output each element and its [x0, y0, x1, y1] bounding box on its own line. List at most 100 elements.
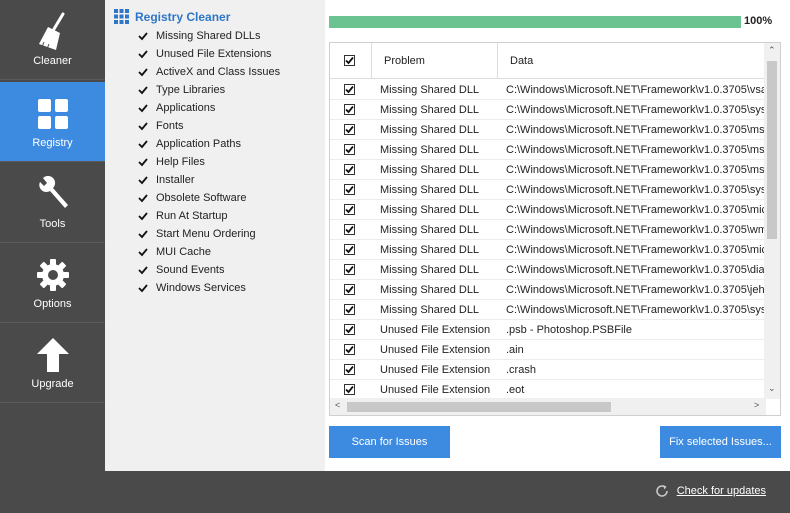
scroll-down-icon[interactable]: ⌄: [768, 383, 776, 394]
option-item[interactable]: Application Paths: [137, 135, 280, 153]
refresh-icon: [655, 485, 668, 497]
table-row[interactable]: Missing Shared DLL C:\Windows\Microsoft.N…: [330, 80, 766, 100]
option-checkbox[interactable]: [137, 156, 149, 168]
option-checkbox[interactable]: [137, 66, 149, 78]
table-row[interactable]: Unused File Extension .eot: [330, 380, 766, 400]
scroll-right-icon[interactable]: >: [754, 400, 759, 410]
row-checkbox[interactable]: [344, 204, 355, 215]
row-data: C:\Windows\Microsoft.NET\Framework\v1.0.…: [506, 84, 766, 96]
option-checkbox[interactable]: [137, 84, 149, 96]
option-item[interactable]: Obsolete Software: [137, 189, 280, 207]
nav-registry-label: Registry: [32, 137, 73, 149]
nav-cleaner[interactable]: Cleaner: [0, 0, 105, 80]
option-item[interactable]: ActiveX and Class Issues: [137, 63, 280, 81]
option-item[interactable]: Applications: [137, 99, 280, 117]
option-item[interactable]: Fonts: [137, 117, 280, 135]
table-row[interactable]: Unused File Extension .crash: [330, 360, 766, 380]
option-item[interactable]: Start Menu Ordering: [137, 225, 280, 243]
row-data: C:\Windows\Microsoft.NET\Framework\v1.0.…: [506, 144, 765, 156]
row-checkbox[interactable]: [344, 384, 355, 395]
row-checkbox[interactable]: [344, 364, 355, 375]
row-checkbox[interactable]: [344, 284, 355, 295]
table-row[interactable]: Unused File Extension .ain: [330, 340, 766, 360]
option-item[interactable]: Help Files: [137, 153, 280, 171]
panel-title: Registry Cleaner: [114, 9, 230, 24]
option-checkbox[interactable]: [137, 102, 149, 114]
column-header-problem[interactable]: Problem: [372, 43, 498, 79]
horizontal-scrollbar[interactable]: < >: [330, 398, 766, 415]
table-row[interactable]: Missing Shared DLL C:\Windows\Microsoft.N…: [330, 180, 766, 200]
row-problem: Missing Shared DLL: [380, 284, 480, 296]
option-checkbox[interactable]: [137, 120, 149, 132]
option-item[interactable]: MUI Cache: [137, 243, 280, 261]
table-row[interactable]: Missing Shared DLL C:\Windows\Microsoft.N…: [330, 220, 766, 240]
option-checkbox[interactable]: [137, 138, 149, 150]
row-data: C:\Windows\Microsoft.NET\Framework\v1.0.…: [506, 124, 765, 136]
row-checkbox[interactable]: [344, 164, 355, 175]
row-checkbox[interactable]: [344, 344, 355, 355]
row-checkbox[interactable]: [344, 324, 355, 335]
option-checkbox[interactable]: [137, 282, 149, 294]
option-item[interactable]: Run At Startup: [137, 207, 280, 225]
sidebar: Cleaner Registry Tools Options Upgrade: [0, 0, 105, 513]
row-checkbox[interactable]: [344, 304, 355, 315]
check-for-updates-link[interactable]: Check for updates: [655, 484, 766, 498]
vertical-scroll-thumb[interactable]: [767, 61, 777, 239]
row-problem: Unused File Extension: [380, 324, 491, 336]
row-problem: Missing Shared DLL: [380, 164, 480, 176]
table-row[interactable]: Missing Shared DLL C:\Windows\Microsoft.N…: [330, 200, 766, 220]
table-row[interactable]: Missing Shared DLL C:\Windows\Microsoft.N…: [330, 160, 766, 180]
nav-tools[interactable]: Tools: [0, 163, 105, 243]
scroll-up-icon[interactable]: ⌃: [768, 45, 776, 56]
row-data: C:\Windows\Microsoft.NET\Framework\v1.0.…: [506, 204, 766, 216]
nav-registry[interactable]: Registry: [0, 82, 105, 162]
row-problem: Missing Shared DLL: [380, 224, 480, 236]
table-row[interactable]: Unused File Extension .psb - Photoshop.PS…: [330, 320, 766, 340]
vertical-scrollbar[interactable]: ⌃ ⌄: [764, 43, 780, 399]
row-problem: Unused File Extension: [380, 344, 491, 356]
row-checkbox[interactable]: [344, 184, 355, 195]
scroll-left-icon[interactable]: <: [335, 400, 340, 410]
row-checkbox[interactable]: [344, 264, 355, 275]
nav-upgrade[interactable]: Upgrade: [0, 323, 105, 403]
option-checkbox[interactable]: [137, 48, 149, 60]
option-checkbox[interactable]: [137, 228, 149, 240]
option-checkbox[interactable]: [137, 174, 149, 186]
nav-options[interactable]: Options: [0, 243, 105, 323]
scan-for-issues-button[interactable]: Scan for Issues: [329, 426, 450, 458]
table-row[interactable]: Missing Shared DLL C:\Windows\Microsoft.N…: [330, 100, 766, 120]
option-checkbox[interactable]: [137, 30, 149, 42]
row-problem: Missing Shared DLL: [380, 104, 480, 116]
scan-progress-bar: [329, 16, 741, 28]
row-data: C:\Windows\Microsoft.NET\Framework\v1.0.…: [506, 244, 766, 256]
option-checkbox[interactable]: [137, 264, 149, 276]
option-item[interactable]: Windows Services: [137, 279, 280, 297]
table-row[interactable]: Missing Shared DLL C:\Windows\Microsoft.N…: [330, 280, 766, 300]
row-checkbox[interactable]: [344, 244, 355, 255]
registry-grid-icon: [114, 9, 129, 24]
option-item[interactable]: Missing Shared DLLs: [137, 27, 280, 45]
option-checkbox[interactable]: [137, 192, 149, 204]
row-checkbox[interactable]: [344, 84, 355, 95]
row-checkbox[interactable]: [344, 124, 355, 135]
option-item[interactable]: Unused File Extensions: [137, 45, 280, 63]
row-checkbox[interactable]: [344, 144, 355, 155]
column-header-data[interactable]: Data: [498, 43, 766, 79]
fix-selected-issues-button[interactable]: Fix selected Issues...: [660, 426, 781, 458]
table-row[interactable]: Missing Shared DLL C:\Windows\Microsoft.N…: [330, 140, 766, 160]
row-problem: Missing Shared DLL: [380, 264, 480, 276]
row-checkbox[interactable]: [344, 104, 355, 115]
option-checkbox[interactable]: [137, 246, 149, 258]
table-row[interactable]: Missing Shared DLL C:\Windows\Microsoft.N…: [330, 120, 766, 140]
option-item[interactable]: Type Libraries: [137, 81, 280, 99]
option-item[interactable]: Sound Events: [137, 261, 280, 279]
table-row[interactable]: Missing Shared DLL C:\Windows\Microsoft.N…: [330, 300, 766, 320]
select-all-checkbox[interactable]: [344, 55, 355, 66]
row-checkbox[interactable]: [344, 224, 355, 235]
option-label: Installer: [156, 174, 195, 186]
horizontal-scroll-thumb[interactable]: [347, 402, 611, 412]
table-row[interactable]: Missing Shared DLL C:\Windows\Microsoft.N…: [330, 240, 766, 260]
option-item[interactable]: Installer: [137, 171, 280, 189]
table-row[interactable]: Missing Shared DLL C:\Windows\Microsoft.N…: [330, 260, 766, 280]
option-checkbox[interactable]: [137, 210, 149, 222]
